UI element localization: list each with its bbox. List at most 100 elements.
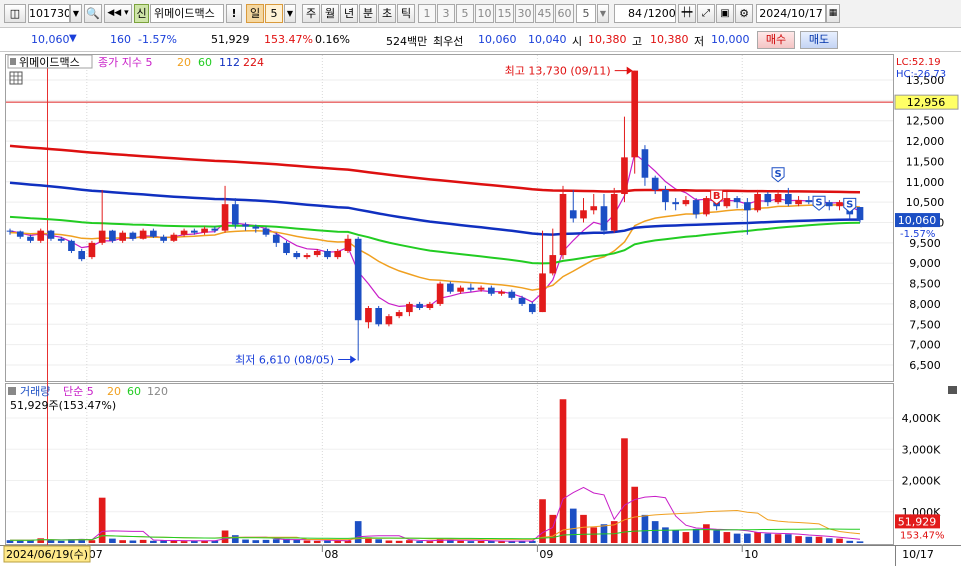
candle-body (662, 189, 669, 203)
price-tick-label: 12,000 (906, 135, 945, 148)
volume-bar (764, 533, 772, 543)
period-day-button[interactable]: 일 (246, 4, 264, 23)
interval-60-button[interactable]: 60 (555, 4, 574, 23)
volume-bar (406, 540, 413, 543)
best-ask: 10,060 (478, 33, 517, 46)
hc-value: HC:-26.73 (896, 69, 946, 80)
turnover-ratio: 0.16% (315, 33, 350, 46)
layout-icon[interactable]: ◫ (4, 4, 26, 23)
sell-button[interactable]: 매도 (800, 31, 838, 49)
candle-body (129, 232, 137, 239)
interval-5-button[interactable]: 5 (456, 4, 474, 23)
best-quote-label: 최우선 (433, 35, 464, 48)
toolbar: ◫ 101730 ▼ 🔍 ◀◀ ▾ 신 위메이드맥스 ! 일 5 ▼ 주 월 년… (0, 0, 961, 28)
candle-body (703, 198, 710, 215)
volume-bar (262, 539, 270, 543)
volume-bar (754, 532, 761, 543)
candle-body (836, 202, 843, 207)
price-tick-label: 7,000 (909, 339, 941, 352)
interval-3-button[interactable]: 3 (437, 4, 455, 23)
candle-body (774, 194, 782, 203)
save-icon[interactable]: ▣ (716, 4, 734, 23)
interval-1-button[interactable]: 1 (418, 4, 436, 23)
volume-ma60: 60 (127, 385, 141, 398)
candle-body (447, 283, 454, 292)
legend-ma224: 224 (243, 56, 264, 69)
candle-body (191, 230, 198, 233)
candle-body (6, 230, 14, 232)
legend-icon (10, 58, 16, 65)
volume-bar (57, 540, 65, 543)
volume-bar (692, 528, 700, 543)
trade-marker-label: S (774, 169, 781, 180)
price-tick-label: 7,500 (909, 318, 941, 331)
stock-name-field[interactable]: 위메이드맥스 (150, 4, 224, 23)
settings-gear-icon[interactable]: ⚙ (735, 4, 753, 23)
period-num-field[interactable]: 5 (265, 4, 283, 23)
interval-dropdown-icon[interactable]: ▼ (597, 4, 609, 23)
price-volume-chart[interactable]: 13,50013,00012,50012,00011,50011,00010,5… (0, 52, 961, 568)
candle-body (590, 206, 598, 211)
volume-bar (395, 540, 403, 543)
candle-type-icon[interactable]: ┿┿ (678, 4, 696, 23)
volume-bar (590, 527, 598, 543)
buy-button[interactable]: 매수 (757, 31, 795, 49)
candle-body (334, 251, 342, 258)
volume-panel-close-icon[interactable] (948, 386, 957, 394)
candle-body (672, 202, 679, 205)
price-tick-label: 11,000 (906, 176, 945, 189)
search-icon[interactable]: 🔍 (84, 4, 102, 23)
candle-body (37, 230, 45, 241)
price-tick-label: 12,500 (906, 115, 945, 128)
candle-body (621, 157, 628, 194)
interval-45-button[interactable]: 45 (535, 4, 554, 23)
period-tick-button[interactable]: 틱 (397, 4, 415, 23)
interval-15-button[interactable]: 15 (495, 4, 514, 23)
interval-10-button[interactable]: 10 (475, 4, 494, 23)
period-month-button[interactable]: 월 (321, 4, 339, 23)
period-year-button[interactable]: 년 (340, 4, 358, 23)
candle-body (242, 224, 249, 227)
drawing-tool-icon[interactable]: ⤢ (697, 4, 715, 23)
volume-tick-label: 4,000K (902, 412, 941, 425)
candle-body (416, 303, 423, 308)
code-dropdown-icon[interactable]: ▼ (70, 4, 82, 23)
date-field[interactable]: 2024/10/17 (756, 4, 826, 23)
stock-code-input[interactable]: 101730 (28, 4, 70, 23)
count-field[interactable]: 84 (614, 4, 644, 23)
calendar-icon[interactable]: ▦ (826, 4, 840, 23)
volume-bar (805, 536, 813, 543)
quote-bar: 10,060 ▼ 160 -1.57% 51,929 153.47% 0.16%… (0, 28, 961, 52)
candle-body (784, 194, 792, 205)
candle-body (221, 204, 229, 231)
period-second-button[interactable]: 초 (378, 4, 396, 23)
down-arrow-icon: ▼ (69, 33, 77, 44)
trade-amount: 524백만 (386, 35, 428, 48)
count-total: /1200 (644, 4, 676, 23)
volume-bar (324, 540, 331, 543)
candle-body (610, 194, 618, 231)
candle-body (88, 242, 96, 258)
volume-bar (703, 524, 710, 543)
candle-body (600, 206, 608, 231)
volume-bar (795, 536, 802, 543)
candle-body (651, 177, 659, 190)
legend-ma112: 112 (219, 56, 240, 69)
period-dropdown-icon[interactable]: ▼ (284, 4, 296, 23)
period-week-button[interactable]: 주 (302, 4, 320, 23)
candle-body (692, 200, 700, 215)
alert-button[interactable]: ! (226, 4, 242, 23)
grid-toggle-icon[interactable] (9, 71, 23, 85)
open-label: 시 (572, 35, 583, 48)
prev-next-icon[interactable]: ◀◀ ▾ (104, 4, 132, 23)
legend-ma60: 60 (198, 56, 212, 69)
volume-bar (150, 540, 157, 543)
low-price: 10,000 (711, 33, 750, 46)
period-minute-button[interactable]: 분 (359, 4, 377, 23)
volume-bar (467, 541, 475, 543)
price-change-pct: -1.57% (138, 33, 177, 46)
high-price: 10,380 (650, 33, 689, 46)
interval-value-field[interactable]: 5 (576, 4, 596, 23)
interval-30-button[interactable]: 30 (515, 4, 534, 23)
candle-body (436, 283, 444, 304)
